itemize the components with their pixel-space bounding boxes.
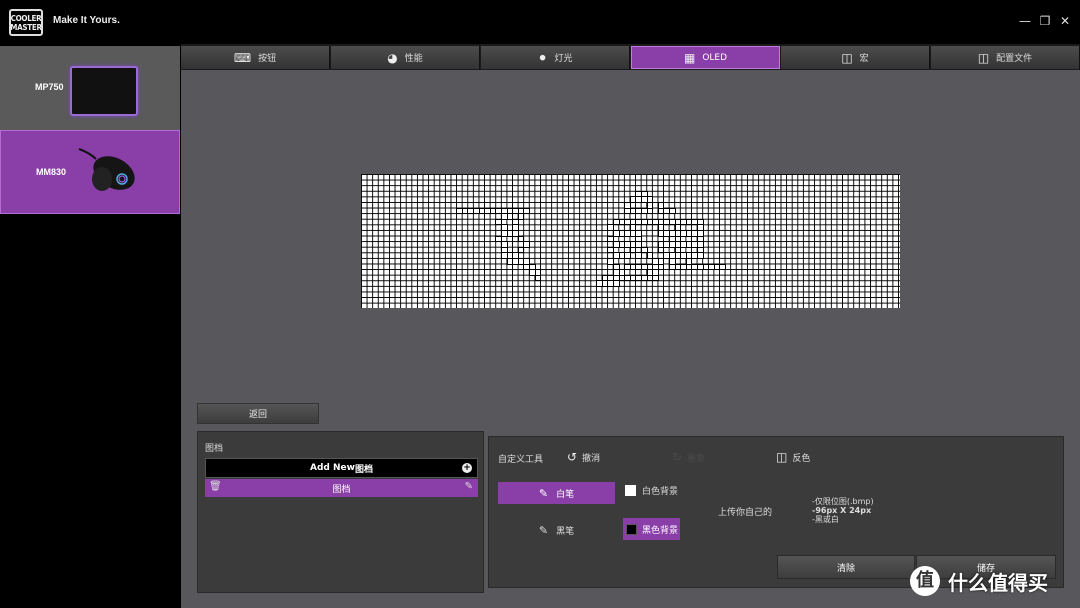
oled-pixel: [669, 207, 676, 215]
device-label: MP750: [35, 82, 64, 92]
back-button[interactable]: 返回: [197, 403, 319, 424]
redo-button[interactable]: ↻ 重复: [672, 450, 705, 464]
title-bar: COOLER MASTER Make It Yours. — ❐ ✕: [0, 0, 1080, 44]
invert-button[interactable]: ◫ 反色: [776, 450, 810, 464]
tab-performance[interactable]: ◕ 性能: [331, 46, 480, 69]
requirement-color: -黑或白: [812, 515, 839, 524]
trash-icon[interactable]: 🗑: [209, 481, 222, 492]
close-icon[interactable]: ✕: [1058, 14, 1072, 28]
white-swatch: [625, 485, 636, 496]
white-pen-button[interactable]: ✎ 白笔: [498, 482, 615, 504]
invert-icon: ◫: [776, 450, 788, 464]
tab-bar: ⌨ 按钮 ◕ 性能 ⚫ 灯光 ▦ OLED ◫ 宏 ◫ 配置文件: [181, 44, 1080, 70]
macro-icon: ◫: [841, 50, 853, 65]
redo-icon: ↻: [672, 450, 683, 464]
cooler-master-logo: COOLER MASTER: [9, 9, 43, 36]
black-background-option[interactable]: 黑色背景: [623, 518, 680, 540]
watermark-logo: 值: [910, 566, 940, 596]
device-item-mp750[interactable]: MP750: [0, 46, 180, 130]
mouse-image: [78, 148, 135, 191]
tab-macro[interactable]: ◫ 宏: [781, 46, 930, 69]
oled-icon: ▦: [683, 50, 696, 65]
tab-label: 性能: [404, 54, 423, 64]
add-new-bold-label: Add New: [310, 463, 355, 473]
pencil-icon: ✎: [538, 523, 549, 537]
white-bg-label: 白色背景: [642, 487, 679, 497]
clear-button[interactable]: 清除: [777, 555, 915, 579]
tab-profiles[interactable]: ◫ 配置文件: [931, 46, 1080, 69]
bulb-icon: ⚫: [537, 50, 548, 65]
tab-label: OLED: [702, 52, 728, 63]
file-list-item[interactable]: 🗑 图档 ✎: [205, 479, 478, 497]
black-pen-button[interactable]: ✎ 黑笔: [498, 519, 615, 541]
add-new-label: 图档: [354, 464, 373, 475]
white-pen-label: 白笔: [556, 489, 575, 500]
logo-text-line1: COOLER: [10, 13, 42, 23]
tab-oled[interactable]: ▦ OLED: [631, 46, 780, 69]
undo-button[interactable]: ↺ 撤消: [567, 450, 600, 464]
oled-pixel: [719, 263, 726, 271]
image-file-panel: 图档 Add New 图档 + 🗑 图档 ✎: [197, 431, 484, 593]
redo-label: 重复: [687, 453, 706, 464]
black-swatch: [626, 523, 637, 535]
undo-icon: ↺: [567, 450, 578, 464]
minimize-icon[interactable]: —: [1018, 14, 1032, 28]
logo-text-line2: MASTER: [10, 22, 42, 32]
undo-label: 撤消: [582, 453, 601, 464]
gauge-icon: ◕: [387, 50, 398, 65]
main-panel: 返回 图档 Add New 图档 + 🗑 图档 ✎ 自定义工具 ↺ 撤消 ↻ 重…: [181, 70, 1080, 608]
upload-requirements: -仅限位图(.bmp) -96px X 24px -黑或白: [812, 497, 874, 524]
tab-label: 配置文件: [996, 54, 1033, 64]
oled-pixel: [534, 274, 542, 282]
watermark-text: 什么值得买: [948, 570, 1048, 595]
oled-pixel: [646, 207, 654, 215]
oled-pixel: [517, 213, 525, 220]
keyboard-icon: ⌨: [233, 50, 252, 65]
oled-pixel: [517, 246, 525, 254]
device-sidebar: MP750 MM830: [0, 44, 181, 608]
oled-pixel: [652, 274, 659, 282]
tools-title: 自定义工具: [498, 455, 544, 465]
pencil-icon: ✎: [538, 486, 549, 500]
oled-pixel: [657, 263, 665, 271]
black-bg-label: 黑色背景: [642, 525, 679, 536]
black-pen-label: 黑笔: [556, 526, 575, 537]
white-background-option[interactable]: 白色背景: [625, 484, 678, 497]
tab-label: 灯光: [554, 54, 573, 64]
upload-own-button[interactable]: 上传你自己的: [718, 505, 772, 518]
file-panel-title: 图档: [205, 444, 224, 454]
add-new-image-button[interactable]: Add New 图档 +: [205, 458, 478, 478]
oled-pixel: [635, 252, 642, 259]
device-item-mm830[interactable]: MM830: [0, 130, 180, 214]
mousepad-image: [70, 66, 138, 116]
plus-icon: +: [462, 463, 472, 473]
oled-pixel: [613, 280, 620, 287]
app-tagline: Make It Yours.: [53, 15, 120, 26]
device-label: MM830: [36, 167, 67, 177]
watermark: 值 什么值得买: [910, 566, 1048, 596]
maximize-icon[interactable]: ❐: [1038, 14, 1052, 28]
invert-label: 反色: [792, 453, 811, 464]
requirement-format: -仅限位图(.bmp): [812, 497, 874, 506]
tab-lighting[interactable]: ⚫ 灯光: [481, 46, 630, 69]
oled-pixel-canvas[interactable]: [361, 174, 900, 308]
oled-pixel: [697, 252, 704, 259]
profile-icon: ◫: [977, 50, 990, 65]
tab-buttons[interactable]: ⌨ 按钮: [181, 46, 330, 69]
requirement-size: -96px X 24px: [812, 506, 872, 515]
edit-icon[interactable]: ✎: [465, 481, 473, 492]
file-item-label: 图档: [332, 484, 351, 495]
oled-pixel: [624, 252, 631, 259]
tab-label: 按钮: [258, 54, 277, 64]
tab-label: 宏: [859, 54, 869, 64]
